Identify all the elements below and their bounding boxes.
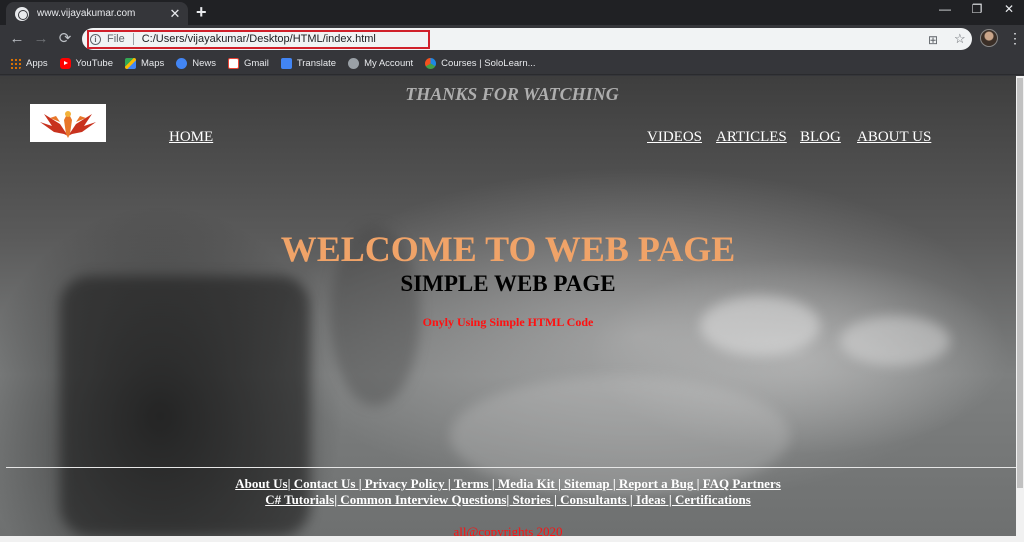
reload-icon[interactable]: ⟳	[56, 30, 74, 48]
footer-link-csharp-tutorials[interactable]: C# Tutorials	[265, 492, 334, 507]
horizontal-scrollbar[interactable]	[0, 536, 1016, 542]
tagline-text: Onyly Using Simple HTML Code	[422, 315, 594, 329]
globe-icon	[15, 6, 29, 21]
bookmark-translate[interactable]: Translate	[280, 58, 337, 69]
youtube-icon	[59, 58, 71, 69]
bookmark-label: Apps	[26, 58, 48, 69]
welcome-heading: WELCOME TO WEB PAGE	[280, 229, 736, 269]
sololearn-icon	[425, 58, 437, 69]
nav-home-link[interactable]: HOME	[169, 129, 213, 146]
copyright-text: all@copyrights 2020	[453, 524, 563, 536]
bookmark-news[interactable]: News	[176, 58, 216, 69]
bookmarks-bar: Apps YouTube Maps News Gmail Translate M…	[0, 53, 1024, 75]
translate-icon	[280, 58, 292, 69]
subtitle-heading: SIMPLE WEB PAGE	[400, 271, 616, 296]
tab-strip: www.vijayakumar.com ✕ + — ❐ ✕	[0, 0, 1024, 25]
bookmark-label: YouTube	[75, 58, 113, 69]
footer-link-faq-partners[interactable]: | FAQ Partners	[693, 476, 781, 491]
menu-kebab-icon[interactable]: ⋮	[1008, 30, 1022, 46]
restore-icon[interactable]: ❐	[962, 2, 992, 16]
bookmark-label: My Account	[364, 58, 414, 69]
footer-divider	[6, 467, 1016, 468]
footer-link-privacy-policy[interactable]: | Privacy Policy	[355, 476, 445, 491]
banner-heading: THANKS FOR WATCHING	[405, 84, 619, 104]
profile-avatar[interactable]	[980, 29, 998, 47]
bookmark-star-icon[interactable]: ☆	[954, 31, 966, 47]
browser-tab[interactable]: www.vijayakumar.com ✕	[6, 2, 188, 25]
info-icon[interactable]: i	[90, 33, 101, 45]
nav-articles-link[interactable]: ARTICLES	[716, 129, 787, 146]
scrollbar-thumb[interactable]	[1017, 78, 1023, 488]
footer-link-about-us[interactable]: About Us	[235, 476, 287, 491]
footer-link-contact-us[interactable]: | Contact Us	[288, 476, 356, 491]
forward-arrow-icon[interactable]: →	[32, 30, 50, 48]
footer-link-report-bug[interactable]: | Report a Bug	[610, 476, 694, 491]
close-tab-icon[interactable]: ✕	[168, 6, 182, 21]
bookmark-my-account[interactable]: My Account	[348, 58, 413, 69]
footer-links-row-2: C# Tutorials| Common Interview Questions…	[0, 492, 1016, 508]
footer-link-stories[interactable]: | Stories	[506, 492, 550, 507]
address-bar[interactable]: i File C:/Users/vijayakumar/Desktop/HTML…	[82, 28, 972, 50]
url-text[interactable]: C:/Users/vijayakumar/Desktop/HTML/index.…	[142, 33, 376, 45]
bookmark-label: Courses | SoloLearn...	[441, 58, 536, 69]
bookmark-label: News	[192, 58, 216, 69]
footer-link-ideas[interactable]: | Ideas	[627, 492, 666, 507]
footer-link-interview-questions[interactable]: | Common Interview Questions	[334, 492, 506, 507]
close-window-icon[interactable]: ✕	[994, 2, 1024, 16]
nav-about-us-link[interactable]: ABOUT US	[857, 129, 931, 146]
new-tab-button[interactable]: +	[196, 3, 207, 21]
footer-link-sitemap[interactable]: | Sitemap	[555, 476, 610, 491]
news-icon	[176, 58, 188, 69]
translate-page-icon[interactable]: ⊞	[928, 33, 938, 47]
divider	[132, 33, 134, 45]
minimize-icon[interactable]: —	[930, 2, 960, 16]
bookmark-youtube[interactable]: YouTube	[59, 58, 113, 69]
bookmark-apps[interactable]: Apps	[10, 58, 48, 69]
account-icon	[348, 58, 360, 69]
footer-link-media-kit[interactable]: | Media Kit	[489, 476, 555, 491]
bookmark-label: Translate	[296, 58, 337, 69]
web-page: THANKS FOR WATCHING HOME VIDEOS ARTICLES…	[0, 76, 1016, 536]
scheme-label: File	[107, 33, 125, 45]
gmail-icon	[228, 58, 239, 69]
footer-links-row-1: About Us| Contact Us | Privacy Policy | …	[0, 476, 1016, 492]
back-arrow-icon[interactable]: ←	[8, 30, 26, 48]
footer-link-consultants[interactable]: | Consultants	[551, 492, 627, 507]
bookmark-gmail[interactable]: Gmail	[228, 58, 269, 69]
nav-blog-link[interactable]: BLOG	[800, 129, 841, 146]
nav-videos-link[interactable]: VIDEOS	[647, 129, 702, 146]
footer-link-terms[interactable]: | Terms	[445, 476, 489, 491]
site-logo[interactable]	[30, 104, 106, 142]
phoenix-logo-icon	[40, 111, 96, 138]
bookmark-sololearn[interactable]: Courses | SoloLearn...	[425, 58, 536, 69]
maps-icon	[125, 58, 136, 69]
browser-toolbar: ← → ⟳ i File C:/Users/vijayakumar/Deskto…	[0, 25, 1024, 53]
bookmark-maps[interactable]: Maps	[125, 58, 164, 69]
bookmark-label: Maps	[141, 58, 165, 69]
footer-link-certifications[interactable]: | Certifications	[666, 492, 751, 507]
bookmark-label: Gmail	[244, 58, 269, 69]
apps-grid-icon	[10, 58, 21, 69]
tab-title: www.vijayakumar.com	[37, 8, 136, 19]
